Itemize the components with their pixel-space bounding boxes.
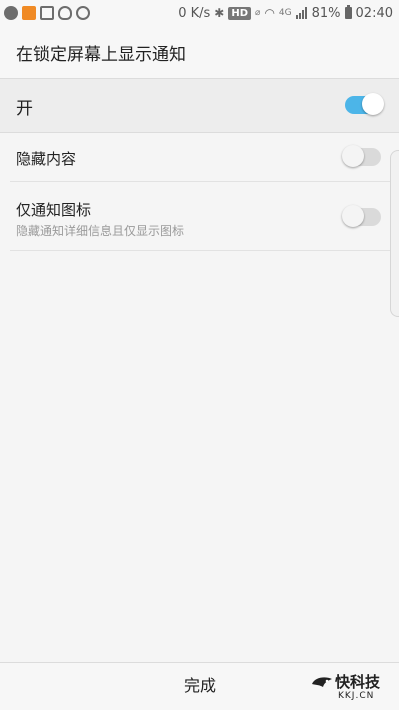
wifi-icon: ◠ — [264, 6, 275, 20]
watermark-logo-icon — [312, 677, 332, 687]
status-bar: 0 K/s ✱ HD ⌀ ◠ 4G 81% 02:40 — [0, 0, 399, 26]
watermark-brand: 快科技 — [335, 673, 381, 691]
toggle-knob — [342, 145, 364, 167]
divider — [10, 250, 390, 251]
bluetooth-icon: ✱ — [214, 6, 225, 20]
page-title: 在锁定屏幕上显示通知 — [16, 45, 186, 65]
watermark: 快科技 KKJ.CN — [311, 671, 391, 703]
icons-only-description: 隐藏通知详细信息且仅显示图标 — [16, 224, 185, 238]
image-icon — [40, 6, 54, 20]
master-switch-label: 开 — [16, 99, 33, 119]
app-notification-icon — [4, 6, 18, 20]
master-toggle[interactable] — [345, 93, 384, 115]
toggle-knob — [342, 205, 364, 227]
qq-icon — [58, 6, 72, 20]
hd-badge: HD — [228, 6, 252, 20]
clock: 02:40 — [355, 5, 393, 21]
page-header: 在锁定屏幕上显示通知 — [0, 26, 399, 79]
icons-only-row[interactable]: 仅通知图标 隐藏通知详细信息且仅显示图标 — [0, 182, 399, 250]
network-type: 4G — [278, 8, 292, 18]
hide-content-toggle[interactable] — [342, 145, 381, 167]
battery-icon — [344, 5, 352, 19]
toggle-knob — [362, 93, 384, 115]
battery-level: 81% — [311, 5, 341, 21]
done-button[interactable]: 完成 — [150, 669, 250, 703]
hide-content-label: 隐藏内容 — [16, 150, 77, 168]
hide-content-row[interactable]: 隐藏内容 — [0, 133, 399, 181]
master-switch-row[interactable]: 开 — [0, 79, 399, 133]
network-speed: 0 K/s — [178, 5, 211, 21]
icons-only-toggle[interactable] — [342, 205, 381, 227]
orange-app-icon — [22, 6, 36, 20]
edge-panel-handle[interactable] — [390, 150, 399, 317]
sync-icon — [76, 6, 90, 20]
mute-icon: ⌀ — [255, 8, 261, 18]
watermark-domain: KKJ.CN — [338, 691, 375, 701]
bottom-bar: 完成 快科技 KKJ.CN — [0, 662, 399, 710]
icons-only-label: 仅通知图标 — [16, 201, 92, 219]
notification-icons — [4, 5, 90, 21]
signal-icon — [295, 7, 308, 19]
system-indicators: 0 K/s ✱ HD ⌀ ◠ 4G 81% 02:40 — [178, 4, 393, 22]
